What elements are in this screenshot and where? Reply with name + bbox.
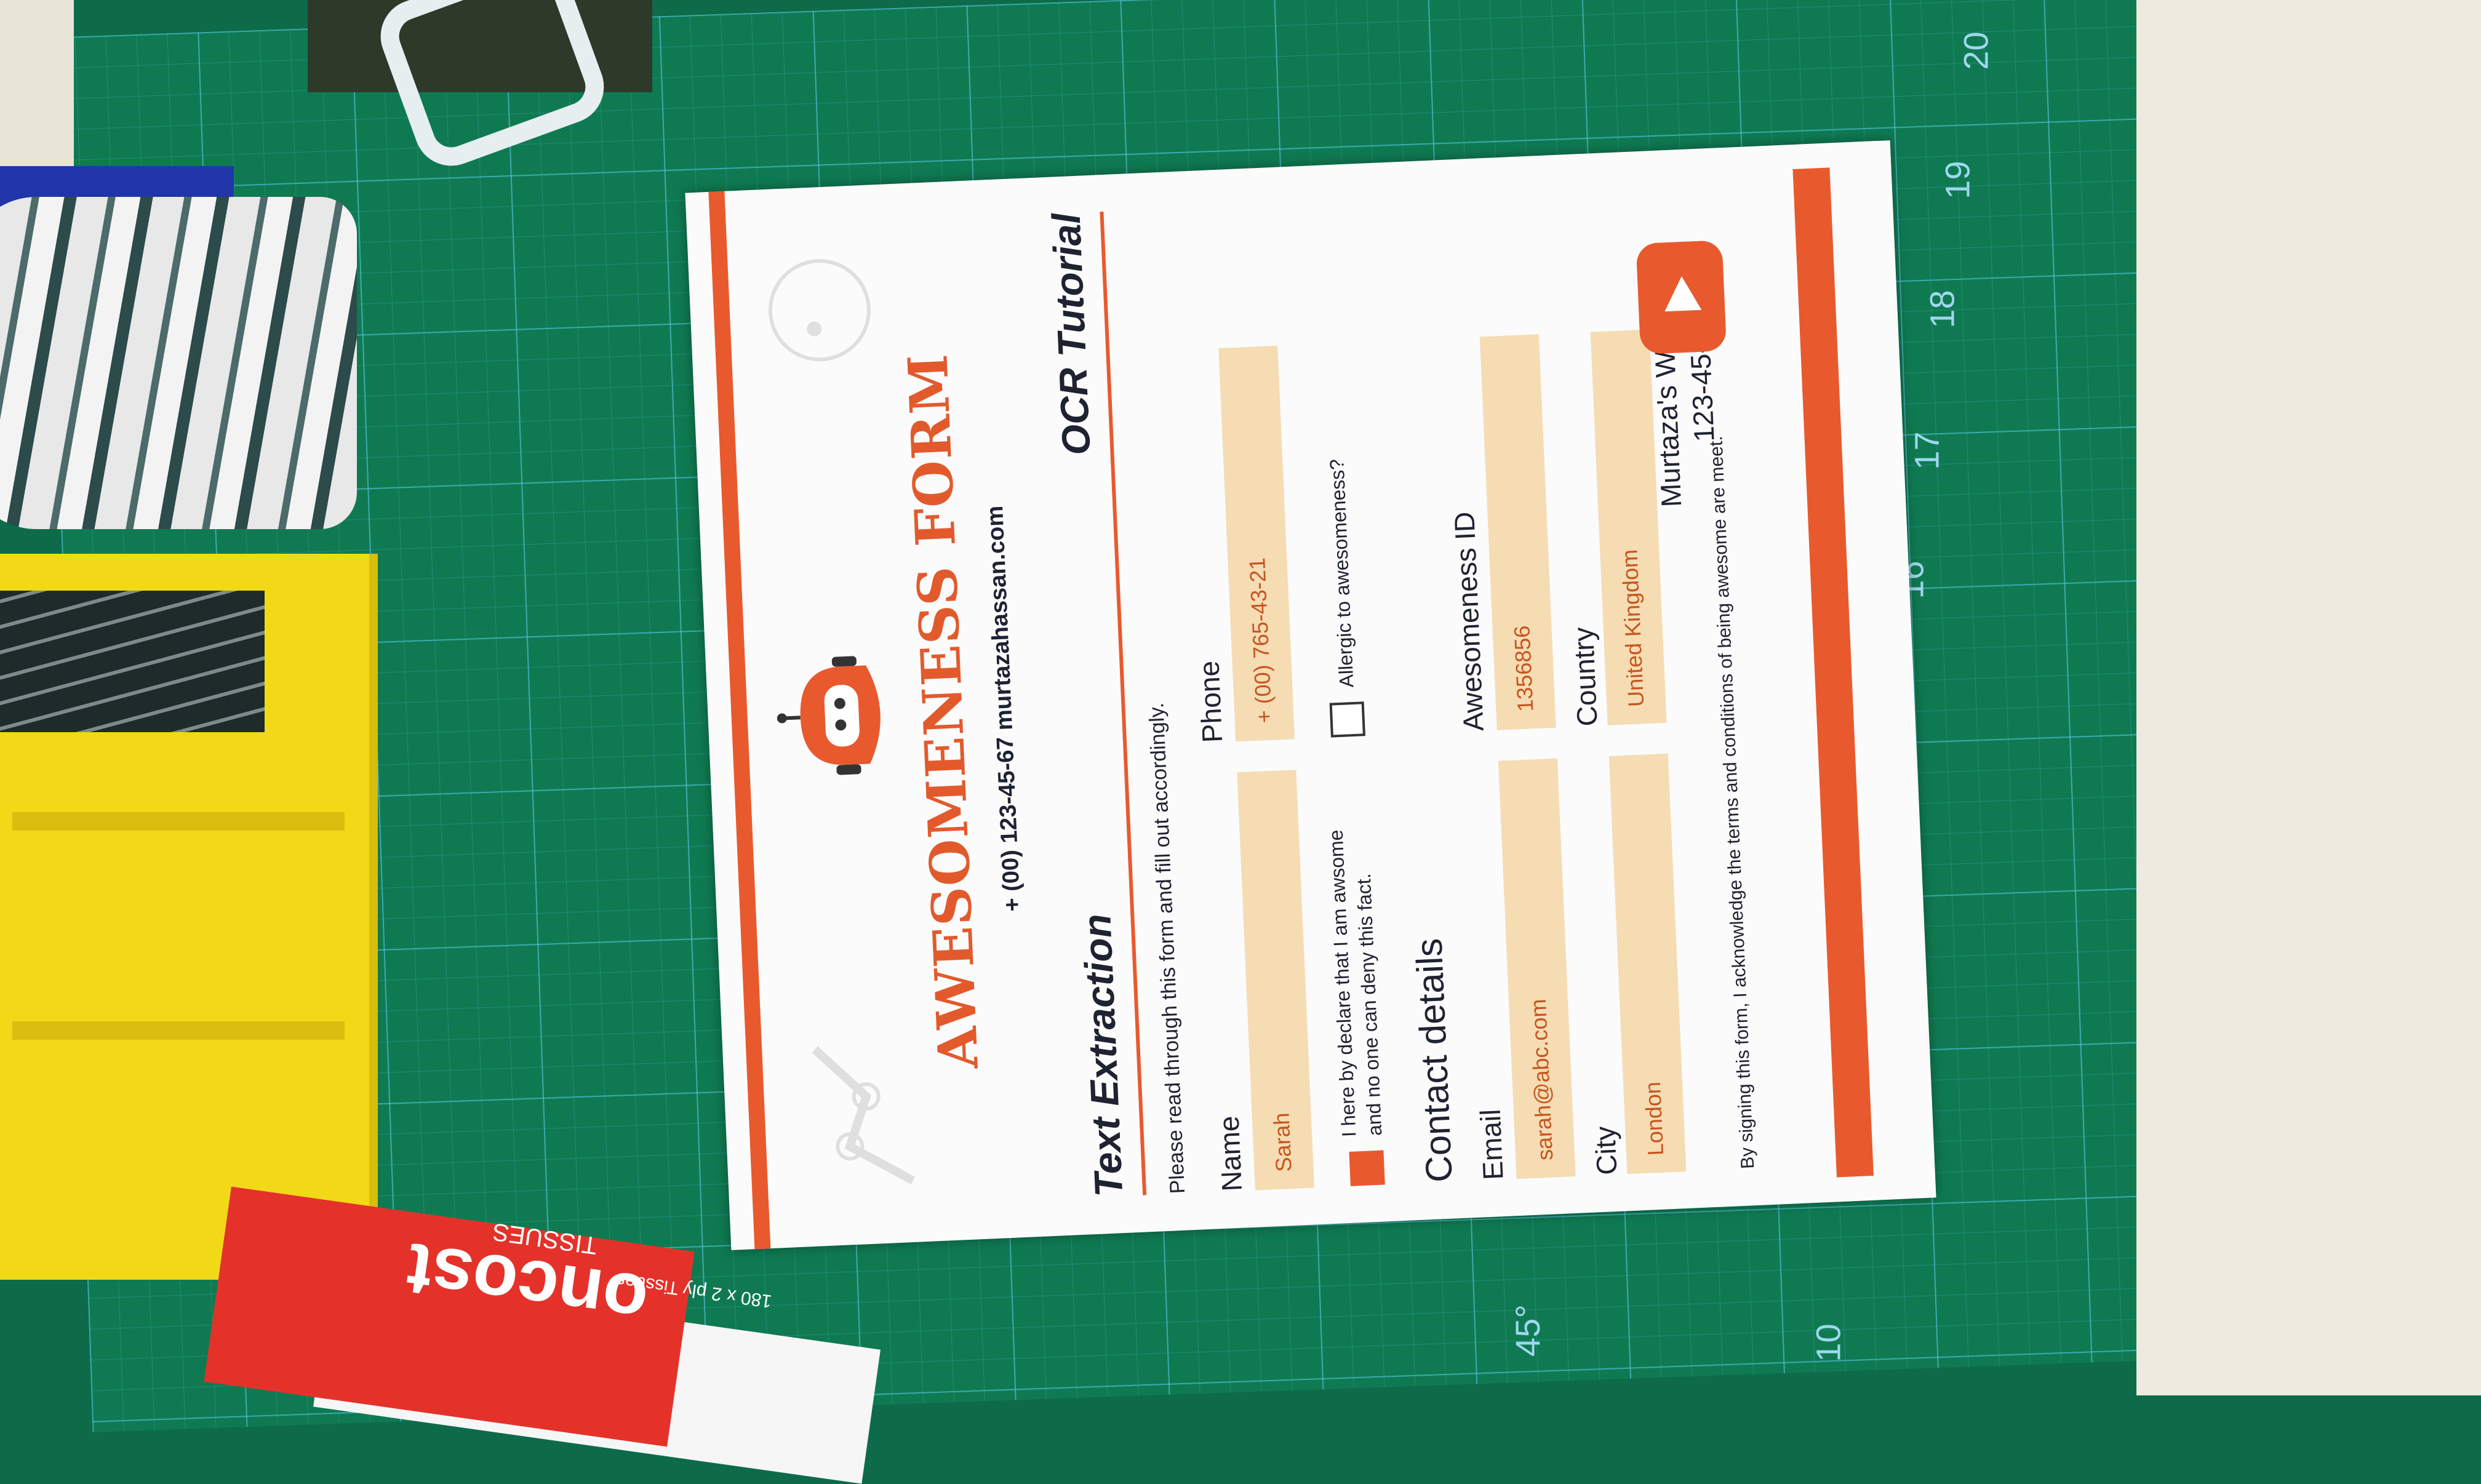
contact-heading: Contact details: [1408, 937, 1460, 1184]
play-icon: [1663, 275, 1702, 312]
robot-arm-illustration: [812, 1046, 916, 1185]
organizer-divider: [12, 1021, 345, 1040]
ruler-number: 10: [1808, 1323, 1848, 1362]
marble-cup: [0, 197, 357, 529]
email-field[interactable]: sarah@abc.com: [1498, 758, 1576, 1179]
robot-logo: [777, 656, 881, 775]
legal-text: By signing this form, I acknowledge the …: [1706, 435, 1759, 1170]
city-field[interactable]: London: [1608, 753, 1687, 1175]
youtube-icon: [1636, 240, 1727, 355]
ruler-number: 45°: [1508, 1304, 1547, 1357]
background-wall: [2136, 0, 2481, 1395]
allergic-checkbox[interactable]: [1329, 701, 1365, 738]
tools-pile: [0, 591, 265, 732]
form-paper: AWESOMENESS FORM + (00) 123-45-67 murtaz…: [685, 140, 1936, 1250]
name-label: Name: [1212, 1115, 1248, 1192]
organizer-divider: [12, 812, 345, 831]
declaration-checkbox[interactable]: [1349, 1150, 1385, 1186]
ruler-number: 20: [1956, 31, 1996, 70]
country-label: Country: [1567, 626, 1604, 727]
allergic-text: Allergic to awesomeness?: [1325, 458, 1358, 688]
intro-text: Please read through this form and fill o…: [1145, 702, 1190, 1195]
phone-label: Phone: [1193, 660, 1229, 744]
declaration-text: I here by declare that I am awsome and n…: [1324, 829, 1386, 1138]
name-field[interactable]: Sarah: [1237, 770, 1314, 1191]
phone-field[interactable]: + (00) 765-43-21: [1218, 345, 1295, 742]
ruler-number: 19: [1938, 161, 1977, 199]
subtitle-right: OCR Tutorial: [1044, 212, 1099, 457]
bottom-accent-bar: [1792, 167, 1874, 1178]
form-content: AWESOMENESS FORM + (00) 123-45-67 murtaz…: [685, 140, 1936, 1250]
subtitle-left: Text Extraction: [1074, 912, 1132, 1198]
ruler-number: 18: [1922, 290, 1962, 329]
robot-head-illustration: [768, 259, 871, 362]
ruler-number: 17: [1907, 431, 1946, 470]
city-label: City: [1589, 1125, 1623, 1176]
email-label: Email: [1474, 1108, 1509, 1181]
awesomeness-id-field[interactable]: 1356856: [1479, 334, 1556, 730]
awesomeness-id-label: Awesomeness ID: [1448, 511, 1490, 732]
